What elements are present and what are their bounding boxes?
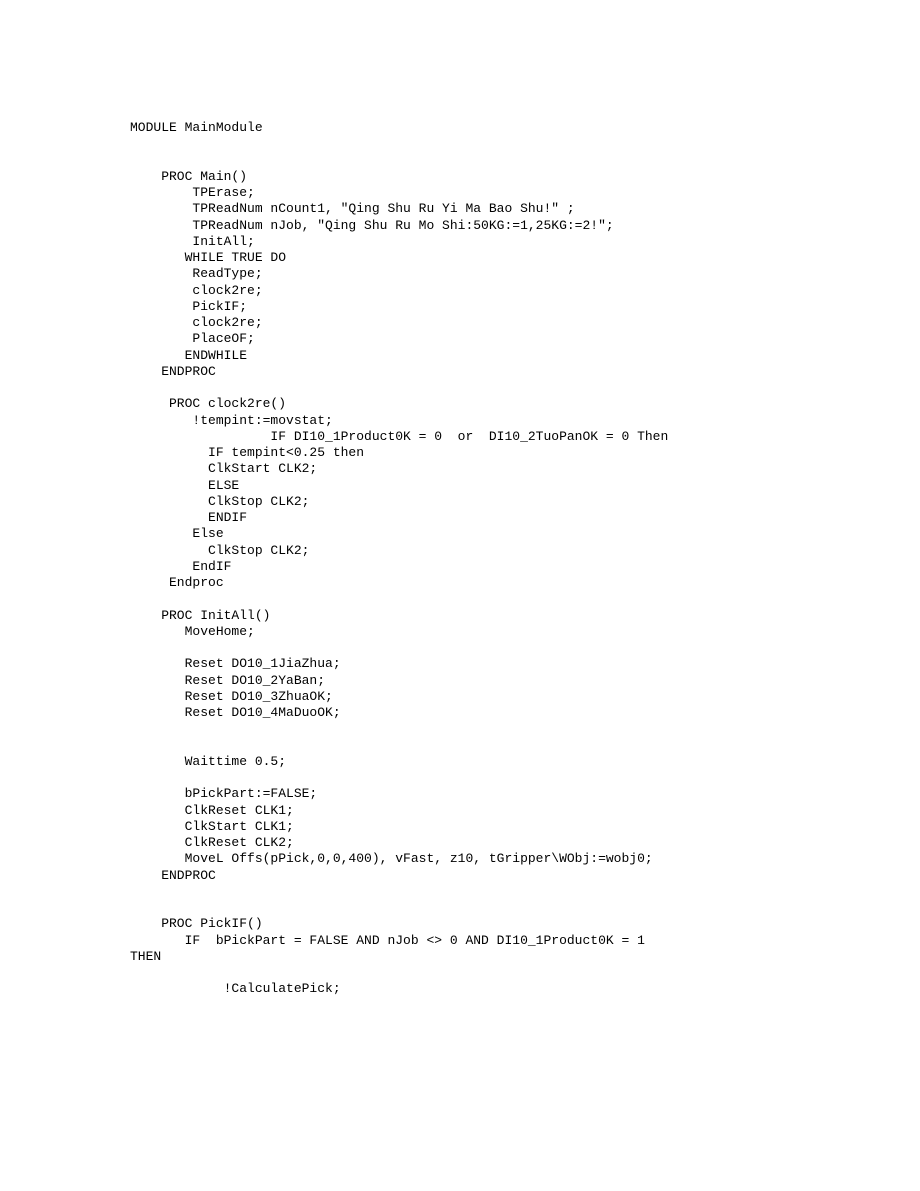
code-content: MODULE MainModule PROC Main() TPErase; T… bbox=[130, 120, 668, 996]
code-document: MODULE MainModule PROC Main() TPErase; T… bbox=[0, 0, 920, 1191]
